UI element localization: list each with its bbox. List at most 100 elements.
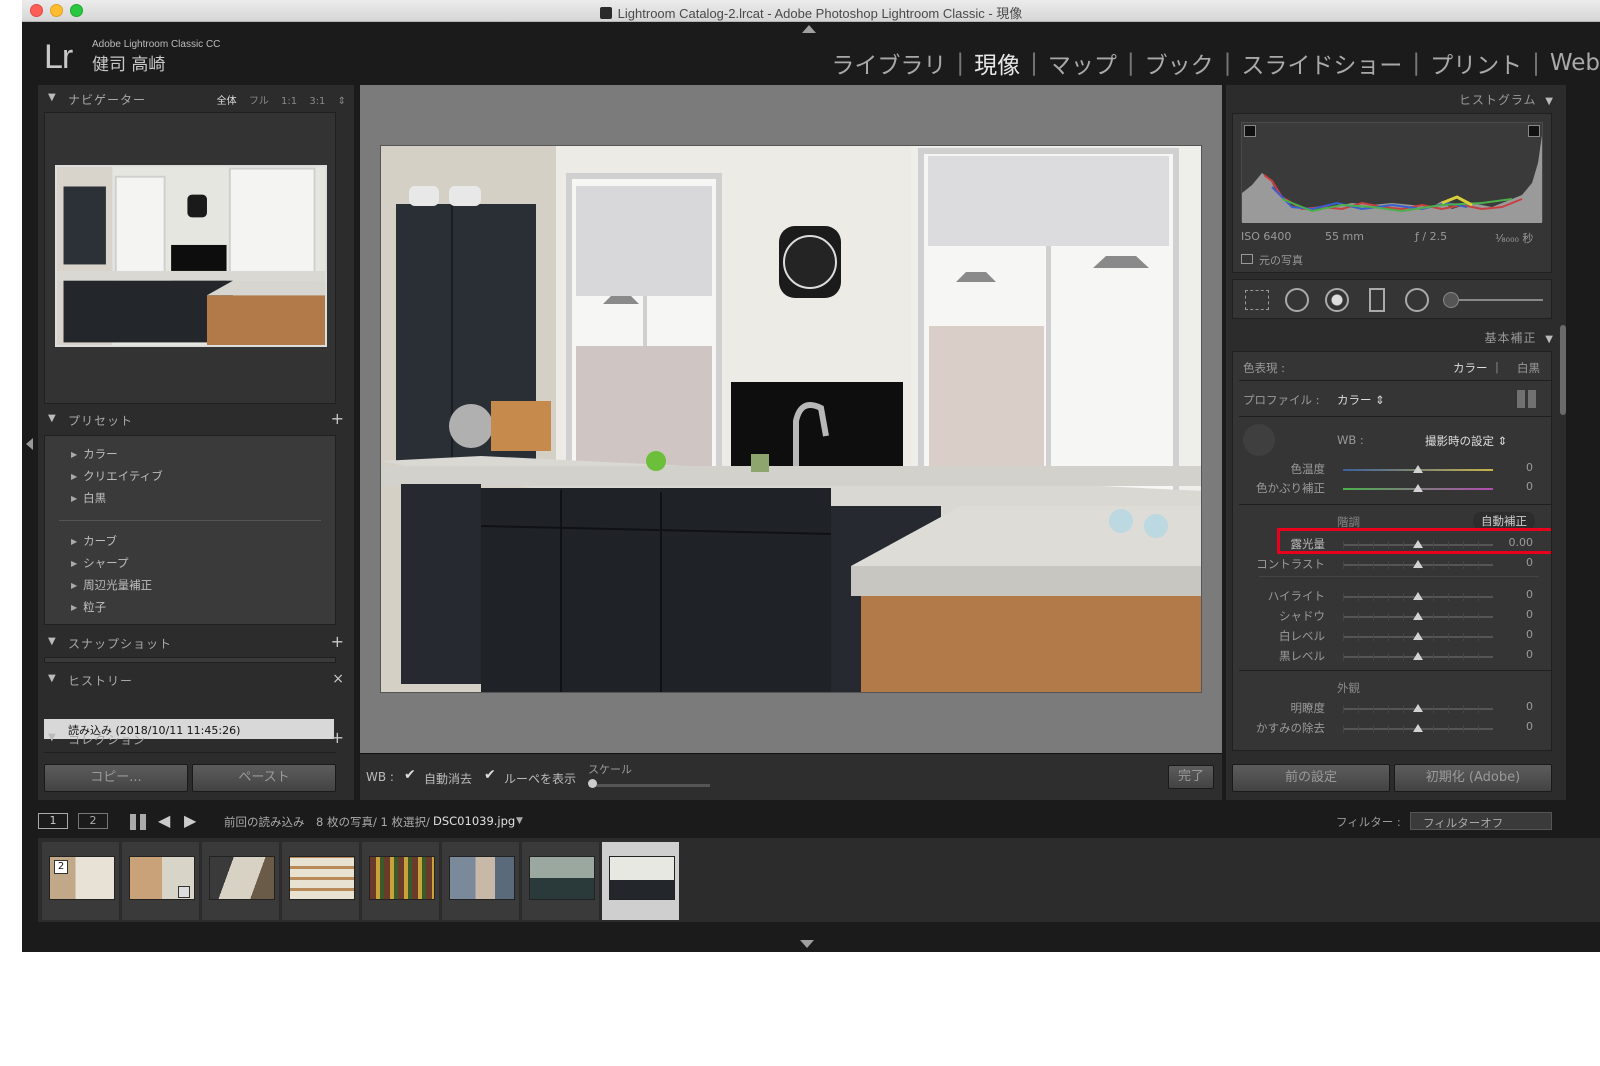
bottom-panel-toggle-icon[interactable] <box>800 940 814 948</box>
filmstrip-source[interactable]: 前回の読み込み <box>224 814 305 830</box>
previous-settings-button[interactable]: 前の設定 <box>1232 764 1390 792</box>
shadows-value[interactable]: 0 <box>1526 608 1533 621</box>
preset-folder-bw[interactable]: 白黒 <box>71 490 106 506</box>
temp-slider-thumb[interactable] <box>1413 465 1423 473</box>
clear-history-icon[interactable]: × <box>332 671 344 687</box>
add-snapshot-icon[interactable]: + <box>331 632 344 651</box>
navigator-thumbnail[interactable] <box>55 165 327 347</box>
presets-header[interactable]: ▼ プリセット + <box>38 409 354 431</box>
spot-removal-icon[interactable] <box>1285 288 1309 312</box>
scale-slider[interactable] <box>588 779 710 788</box>
copy-settings-button[interactable]: コピー... <box>44 764 188 792</box>
basic-panel-header[interactable]: 基本補正 ▼ <box>1484 329 1554 346</box>
tint-slider-thumb[interactable] <box>1413 484 1423 492</box>
preset-folder-sharpen[interactable]: シャープ <box>71 555 128 571</box>
profile-browser-icon[interactable] <box>1517 390 1537 408</box>
highlights-value[interactable]: 0 <box>1526 588 1533 601</box>
zoom-fill[interactable]: フル <box>249 96 269 107</box>
add-collection-icon[interactable]: + <box>331 728 344 747</box>
preset-folder-creative[interactable]: クリエイティブ <box>71 468 163 484</box>
grid-view-icon[interactable] <box>130 814 146 830</box>
secondary-window-button[interactable]: 2 <box>78 813 108 829</box>
main-photo[interactable] <box>380 145 1202 693</box>
treatment-bw-option[interactable]: 白黒 <box>1517 360 1540 376</box>
primary-window-button[interactable]: 1 <box>38 813 68 829</box>
contrast-slider-thumb[interactable] <box>1413 560 1423 568</box>
filename-dropdown-icon[interactable]: ▼ <box>516 816 523 826</box>
contrast-slider[interactable] <box>1343 560 1493 569</box>
dehaze-slider[interactable] <box>1343 724 1493 733</box>
filmstrip-thumb[interactable]: 2 <box>42 842 120 920</box>
add-preset-icon[interactable]: + <box>331 409 344 428</box>
clarity-slider[interactable] <box>1343 704 1493 713</box>
treatment-color-option[interactable]: カラー <box>1453 360 1488 376</box>
right-panel-scrollbar[interactable] <box>1560 325 1566 415</box>
highlights-slider-thumb[interactable] <box>1413 592 1423 600</box>
graduated-filter-icon[interactable] <box>1369 288 1385 312</box>
exposure-value[interactable]: 0.00 <box>1509 536 1534 549</box>
exposure-slider-thumb[interactable] <box>1413 540 1423 548</box>
top-panel-toggle-icon[interactable] <box>802 25 816 33</box>
tint-value[interactable]: 0 <box>1526 480 1533 493</box>
radial-filter-icon[interactable] <box>1405 288 1429 312</box>
zoom-3-1[interactable]: 3:1 <box>309 96 325 107</box>
show-loupe-checkbox[interactable]: ✔ <box>484 767 496 783</box>
previous-photo-icon[interactable]: ◀ <box>158 811 170 830</box>
preset-folder-color[interactable]: カラー <box>71 446 118 462</box>
navigator-header[interactable]: ▼ ナビゲーター 全体 フル 1:1 3:1 ⇕ <box>38 88 354 110</box>
module-slideshow[interactable]: スライドショー <box>1235 46 1408 80</box>
filter-dropdown[interactable]: フィルターオフ <box>1410 812 1552 830</box>
crop-icon[interactable] <box>1245 290 1269 310</box>
module-print[interactable]: プリント <box>1424 46 1528 80</box>
dehaze-value[interactable]: 0 <box>1526 720 1533 733</box>
original-photo-checkbox[interactable] <box>1241 254 1253 264</box>
filmstrip-thumb[interactable] <box>202 842 280 920</box>
tint-slider[interactable] <box>1343 484 1493 492</box>
histogram-header[interactable]: ヒストグラム ▼ <box>1459 91 1554 108</box>
filmstrip-thumb[interactable] <box>522 842 600 920</box>
module-map[interactable]: マップ <box>1042 46 1123 80</box>
highlights-slider[interactable] <box>1343 592 1493 601</box>
preset-folder-vignette[interactable]: 周辺光量補正 <box>71 577 152 593</box>
shadow-clipping-icon[interactable] <box>1244 125 1256 137</box>
clarity-value[interactable]: 0 <box>1526 700 1533 713</box>
temp-slider[interactable] <box>1343 465 1493 473</box>
whites-value[interactable]: 0 <box>1526 628 1533 641</box>
filmstrip-thumb[interactable] <box>442 842 520 920</box>
history-header[interactable]: ▼ ヒストリー × <box>38 669 354 691</box>
dehaze-slider-thumb[interactable] <box>1413 724 1423 732</box>
blacks-slider[interactable] <box>1343 652 1493 661</box>
filmstrip-thumb-selected[interactable] <box>602 842 680 920</box>
red-eye-icon[interactable] <box>1325 288 1349 312</box>
exposure-slider[interactable] <box>1343 540 1493 549</box>
adjustment-brush-icon[interactable] <box>1443 290 1543 310</box>
blacks-value[interactable]: 0 <box>1526 648 1533 661</box>
profile-dropdown[interactable]: カラー ⇕ <box>1337 392 1385 408</box>
preset-folder-curve[interactable]: カーブ <box>71 533 117 549</box>
temp-value[interactable]: 0 <box>1526 461 1533 474</box>
filmstrip-thumb[interactable] <box>282 842 360 920</box>
filmstrip-thumb[interactable] <box>122 842 200 920</box>
module-develop[interactable]: 現像 <box>968 46 1026 80</box>
shadows-slider-thumb[interactable] <box>1413 612 1423 620</box>
wb-dropdown[interactable]: 撮影時の設定 ⇕ <box>1425 433 1507 449</box>
clarity-slider-thumb[interactable] <box>1413 704 1423 712</box>
zoom-fit[interactable]: 全体 <box>217 96 237 107</box>
contrast-value[interactable]: 0 <box>1526 556 1533 569</box>
stack-badge[interactable]: 2 <box>54 860 68 874</box>
zoom-dropdown-icon[interactable]: ⇕ <box>338 96 346 107</box>
white-balance-selector-icon[interactable] <box>1243 424 1275 456</box>
whites-slider-thumb[interactable] <box>1413 632 1423 640</box>
next-photo-icon[interactable]: ▶ <box>184 811 196 830</box>
reset-button[interactable]: 初期化 (Adobe) <box>1394 764 1552 792</box>
whites-slider[interactable] <box>1343 632 1493 641</box>
shadows-slider[interactable] <box>1343 612 1493 621</box>
collections-header[interactable]: ▼ コレクション + <box>38 728 354 750</box>
zoom-1-1[interactable]: 1:1 <box>281 96 297 107</box>
module-web[interactable]: Web <box>1544 50 1600 76</box>
done-button[interactable]: 完了 <box>1168 765 1214 789</box>
auto-dismiss-checkbox[interactable]: ✔ <box>404 767 416 783</box>
filmstrip-filename[interactable]: DSC01039.jpg <box>433 814 515 828</box>
highlight-clipping-icon[interactable] <box>1528 125 1540 137</box>
filmstrip-thumb[interactable] <box>362 842 440 920</box>
